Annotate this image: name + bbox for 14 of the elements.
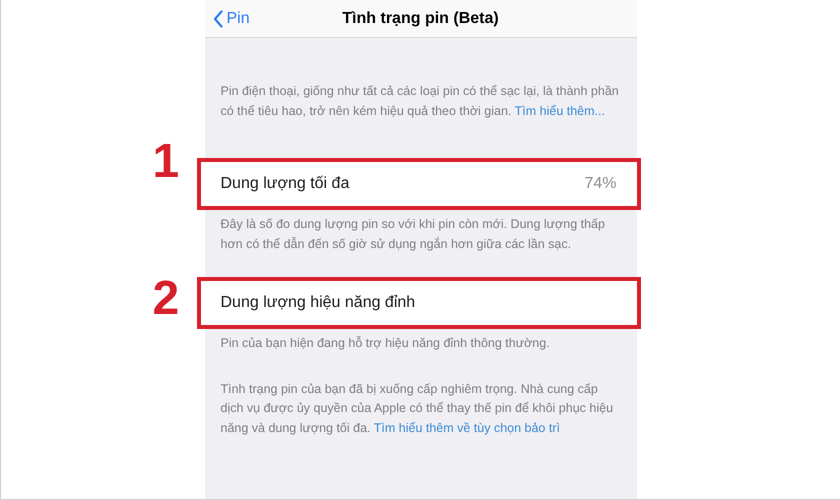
learn-more-link[interactable]: Tìm hiểu thêm về tùy chọn bảo trì [374, 420, 560, 434]
footer-text: Đây là số đo dung lượng pin so với khi pin còn mới. Dung lượng thấp hơn có thể dẫn đến số giờ sử dụng ngắn hơn giữa các lần sạc. [220, 216, 606, 253]
row-label: Dung lượng tối đa [220, 174, 350, 194]
chevron-left-icon [212, 10, 222, 28]
warning-text: Tình trạng pin của bạn đã bị xuống cấp nghiêm trọng. Nhà cung cấp dịch vụ được ủy quyền của Apple có thể thay thế pin để khôi phục hiệu năng và dung lượng tối đa. Tìm hiểu thêm về tùy chọn bảo trì [220, 380, 614, 437]
learn-more-link[interactable]: Tìm hiểu thêm... [514, 104, 605, 118]
row-label: Dung lượng hiệu năng đỉnh [220, 293, 416, 313]
annotation-number: 1 [152, 138, 180, 186]
back-button[interactable]: Pin [204, 6, 250, 30]
description-text: Pin điện thoại, giống như tất cả các loại pin có thể sạc lại, là thành phần có thể tiêu hao, trở nên kém hiệu quả theo thời gian. Tìm hiểu thêm... [220, 83, 620, 120]
footer-text: Pin của bạn hiện đang hỗ trợ hiệu năng đỉnh thông thường. [220, 335, 551, 352]
annotation-number: 2 [152, 275, 180, 323]
screen-title: Tình trạng pin (Beta) [342, 10, 499, 26]
row-value: 74% [584, 174, 616, 194]
